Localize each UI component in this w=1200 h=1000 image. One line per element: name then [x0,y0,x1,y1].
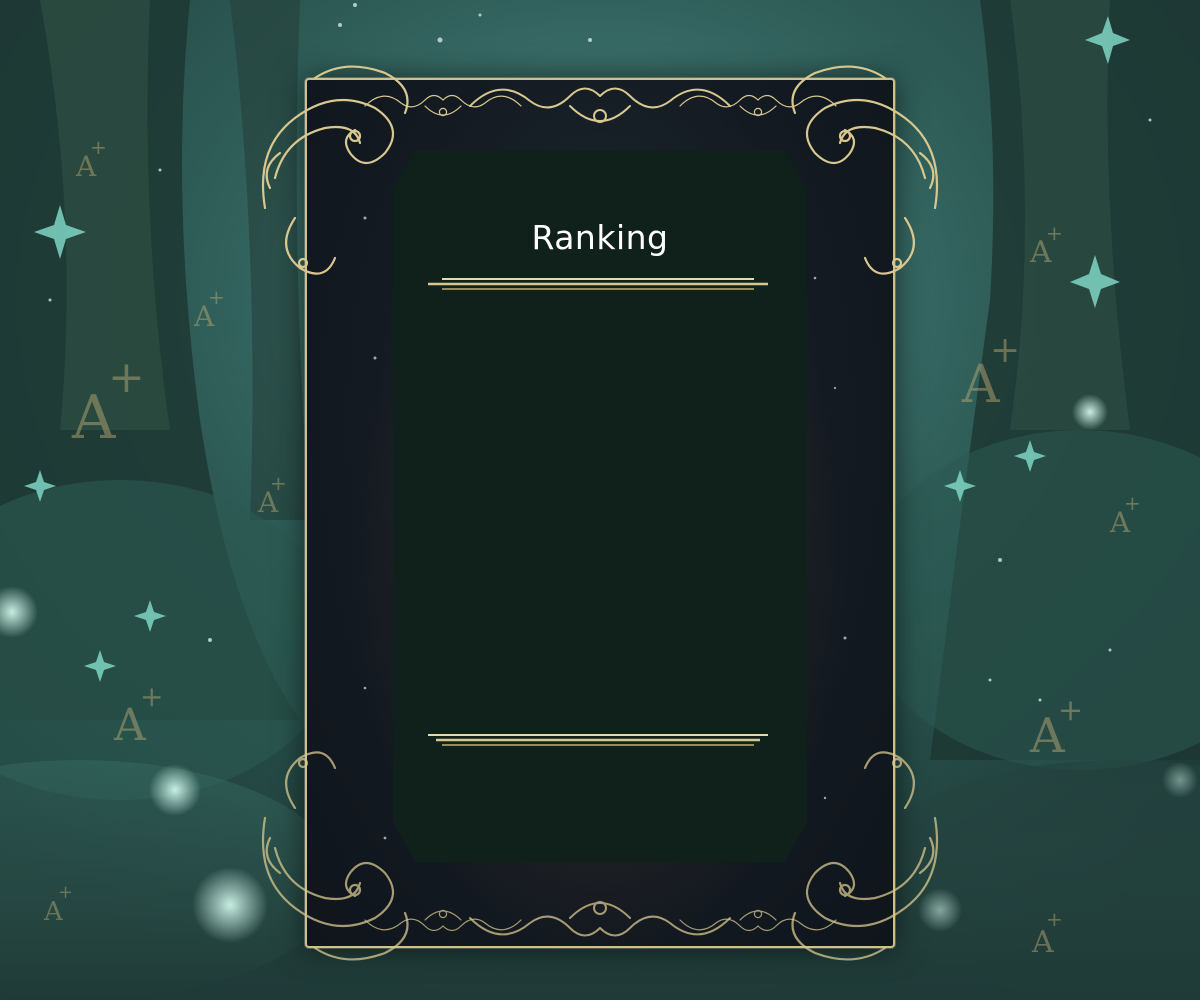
title-divider [428,278,768,290]
ranking-list [430,300,768,725]
svg-text:+: + [1046,907,1063,931]
bottom-divider [428,734,768,746]
svg-text:+: + [140,680,163,713]
svg-text:+: + [1046,221,1063,245]
svg-text:+: + [208,285,225,309]
svg-text:+: + [1058,693,1083,728]
svg-text:+: + [990,330,1020,371]
svg-text:+: + [58,882,73,903]
panel-title: Ranking [531,218,669,257]
svg-text:+: + [108,352,145,403]
svg-text:+: + [1124,491,1141,515]
svg-text:+: + [90,135,107,159]
svg-text:+: + [270,471,287,495]
